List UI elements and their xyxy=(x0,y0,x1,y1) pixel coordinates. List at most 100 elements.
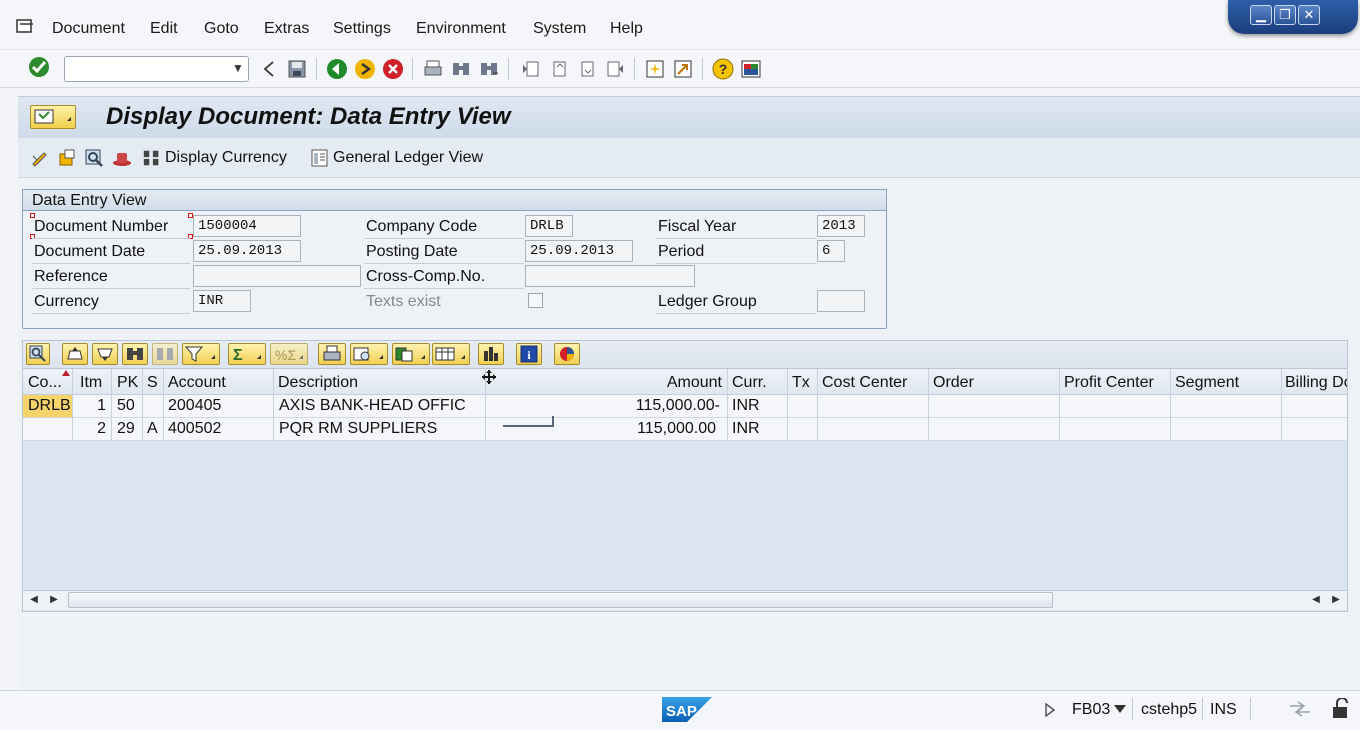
shortcut-icon[interactable] xyxy=(672,58,694,80)
display-currency-icon[interactable] xyxy=(142,148,162,168)
other-document-icon[interactable] xyxy=(57,148,77,168)
scrollbar-thumb[interactable] xyxy=(68,592,1053,608)
views-icon[interactable] xyxy=(350,343,388,365)
scroll-left-icon[interactable]: ◀ xyxy=(26,592,42,608)
sort-ascending-icon[interactable] xyxy=(62,343,88,365)
column-header-cost-center[interactable]: Cost Center xyxy=(822,374,907,392)
find-icon[interactable] xyxy=(122,343,148,365)
lock-icon[interactable] xyxy=(1330,698,1352,720)
status-expand-icon[interactable] xyxy=(1044,703,1056,717)
currency-field[interactable]: INR xyxy=(193,290,251,312)
print-preview-icon[interactable] xyxy=(318,343,346,365)
column-resize-cursor-icon xyxy=(482,370,496,384)
find-icon[interactable] xyxy=(450,58,472,80)
customize-layout-icon[interactable] xyxy=(740,58,762,80)
connection-icon xyxy=(1290,701,1310,717)
document-date-field[interactable]: 25.09.2013 xyxy=(193,240,301,262)
print-icon[interactable] xyxy=(422,58,444,80)
cell-itm: 2 xyxy=(97,420,106,437)
document-number-field[interactable]: 1500004 xyxy=(193,215,301,237)
menu-extras[interactable]: Extras xyxy=(264,20,309,38)
abc-analysis-icon[interactable] xyxy=(554,343,580,365)
layout-icon[interactable] xyxy=(432,343,470,365)
cell-amount: 115,000.00 xyxy=(637,420,716,437)
scroll-right-end-icon[interactable]: ▶ xyxy=(1328,592,1344,608)
close-icon[interactable]: ✕ xyxy=(1298,5,1320,25)
column-header-co[interactable]: Co... xyxy=(28,374,62,392)
edit-pencil-icon[interactable] xyxy=(30,148,50,168)
display-currency-button[interactable]: Display Currency xyxy=(165,149,287,167)
minimize-icon[interactable]: ▁ xyxy=(1250,5,1272,25)
find-next-icon[interactable] xyxy=(152,343,178,365)
period-field[interactable]: 6 xyxy=(817,240,845,262)
menu-help[interactable]: Help xyxy=(610,20,643,38)
insert-mode[interactable]: INS xyxy=(1210,701,1237,719)
company-code-field[interactable]: DRLB xyxy=(525,215,573,237)
column-header-pk[interactable]: PK xyxy=(117,374,138,392)
first-page-icon[interactable] xyxy=(520,58,542,80)
last-page-icon[interactable] xyxy=(604,58,626,80)
ledger-group-label: Ledger Group xyxy=(658,293,757,310)
sort-descending-icon[interactable] xyxy=(92,343,118,365)
general-ledger-view-button[interactable]: General Ledger View xyxy=(333,149,483,167)
find-next-icon[interactable] xyxy=(478,58,500,80)
previous-page-icon[interactable] xyxy=(548,58,570,80)
label-underline xyxy=(32,288,190,289)
fiscal-year-field[interactable]: 2013 xyxy=(817,215,865,237)
column-divider xyxy=(787,369,788,441)
texts-exist-checkbox[interactable] xyxy=(528,293,543,308)
column-header-tx[interactable]: Tx xyxy=(792,374,810,392)
restore-icon[interactable]: ❐ xyxy=(1274,5,1296,25)
sum-icon[interactable]: Σ xyxy=(228,343,266,365)
help-icon[interactable]: ? xyxy=(712,58,734,80)
column-header-description[interactable]: Description xyxy=(278,374,358,392)
export-icon[interactable] xyxy=(392,343,430,365)
display-icon[interactable] xyxy=(84,148,104,168)
ledger-group-field[interactable] xyxy=(817,290,865,312)
cross-comp-no-field[interactable] xyxy=(525,265,695,287)
grid-details-icon[interactable] xyxy=(26,343,50,365)
scroll-left-end-icon[interactable]: ◀ xyxy=(1308,592,1324,608)
menu-environment[interactable]: Environment xyxy=(416,20,506,38)
cancel-icon[interactable] xyxy=(382,58,404,80)
menu-edit[interactable]: Edit xyxy=(150,20,178,38)
column-header-profit-center[interactable]: Profit Center xyxy=(1064,374,1154,392)
scroll-right-icon[interactable]: ▶ xyxy=(46,592,62,608)
hat-icon[interactable] xyxy=(112,148,132,168)
back-icon[interactable] xyxy=(326,58,348,80)
cell-description: AXIS BANK-HEAD OFFIC xyxy=(279,397,466,414)
status-separator xyxy=(1250,698,1251,720)
column-header-s[interactable]: S xyxy=(147,374,158,392)
drag-line xyxy=(503,425,553,427)
menu-system[interactable]: System xyxy=(533,20,586,38)
chart-icon[interactable] xyxy=(478,343,504,365)
screen-menu-button[interactable] xyxy=(30,105,76,129)
information-icon[interactable]: i xyxy=(516,343,542,365)
column-header-curr[interactable]: Curr. xyxy=(732,374,767,392)
column-header-amount[interactable]: Amount xyxy=(486,374,722,392)
command-field[interactable] xyxy=(64,56,249,82)
transaction-code[interactable]: FB03 xyxy=(1072,701,1110,719)
column-header-segment[interactable]: Segment xyxy=(1175,374,1239,392)
column-header-order[interactable]: Order xyxy=(933,374,974,392)
menu-goto[interactable]: Goto xyxy=(204,20,239,38)
chevron-down-icon[interactable] xyxy=(1114,705,1126,713)
system-menu-icon[interactable] xyxy=(16,18,34,34)
exit-icon[interactable] xyxy=(354,58,376,80)
chevron-down-icon[interactable]: ▼ xyxy=(228,58,248,78)
new-session-icon[interactable] xyxy=(644,58,666,80)
filter-icon[interactable] xyxy=(182,343,220,365)
column-header-itm[interactable]: Itm xyxy=(80,374,102,392)
enter-icon[interactable] xyxy=(28,56,50,78)
reference-field[interactable] xyxy=(193,265,361,287)
menu-document[interactable]: Document xyxy=(52,20,125,38)
save-icon[interactable] xyxy=(286,58,308,80)
next-page-icon[interactable] xyxy=(576,58,598,80)
column-header-billing[interactable]: Billing Do xyxy=(1285,374,1347,392)
menu-settings[interactable]: Settings xyxy=(333,20,391,38)
column-header-account[interactable]: Account xyxy=(168,374,226,392)
subtotal-icon[interactable]: %Σ xyxy=(270,343,308,365)
posting-date-field[interactable]: 25.09.2013 xyxy=(525,240,633,262)
general-ledger-icon[interactable] xyxy=(310,148,330,168)
save-arrow-icon[interactable] xyxy=(258,58,280,80)
